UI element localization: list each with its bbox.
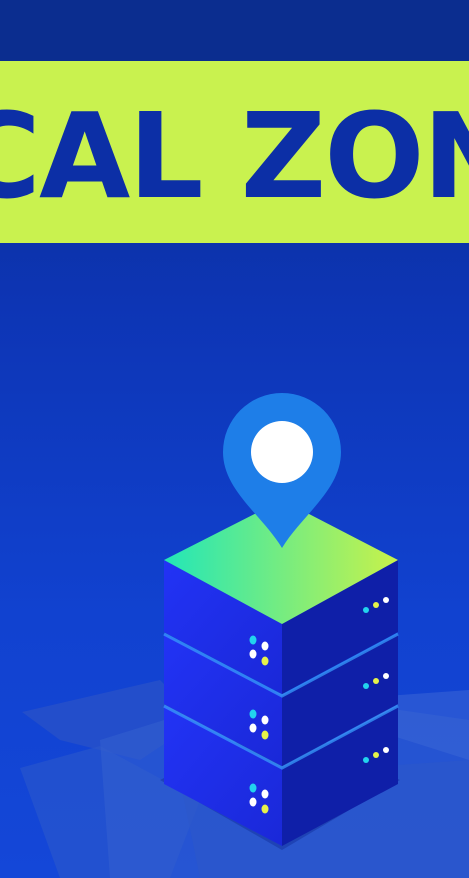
illustration bbox=[20, 393, 469, 878]
server-stack-icon bbox=[160, 500, 400, 850]
